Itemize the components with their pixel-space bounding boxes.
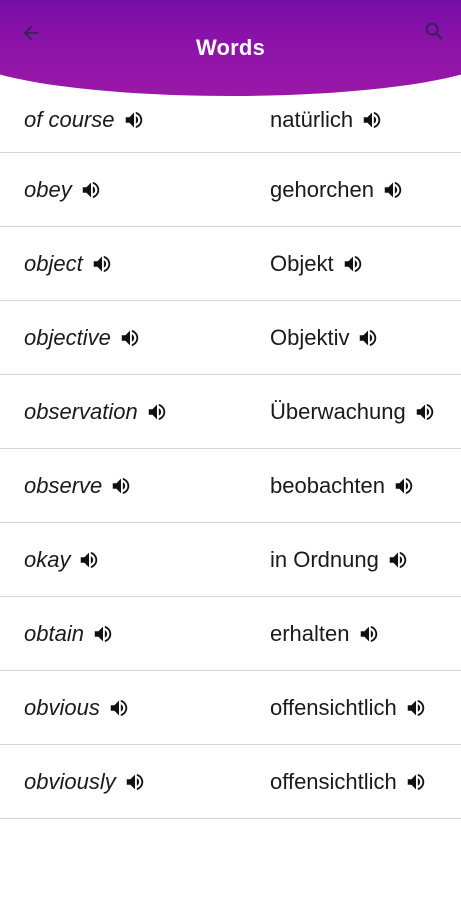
english-word-cell: obvious <box>24 671 130 745</box>
word-row[interactable]: okay in Ordnung <box>0 523 461 597</box>
app-screen: Words of course natürlich obey gehorchen obj… <box>0 0 461 900</box>
speaker-icon[interactable] <box>393 475 415 497</box>
page-title: Words <box>195 35 266 60</box>
german-word: offensichtlich <box>270 769 397 794</box>
english-word-cell: obey <box>24 153 102 227</box>
german-word-cell: offensichtlich <box>270 671 427 745</box>
word-row[interactable]: obtain erhalten <box>0 597 461 671</box>
german-word: gehorchen <box>270 177 374 202</box>
speaker-icon[interactable] <box>361 109 383 131</box>
english-word: obviously <box>24 769 116 794</box>
english-word: obtain <box>24 621 84 646</box>
word-row[interactable]: object Objekt <box>0 227 461 301</box>
speaker-icon[interactable] <box>342 253 364 275</box>
search-icon <box>425 22 443 40</box>
german-word-cell: Überwachung <box>270 375 436 449</box>
speaker-icon[interactable] <box>382 179 404 201</box>
german-word: in Ordnung <box>270 547 379 572</box>
word-row[interactable]: obvious offensichtlich <box>0 671 461 745</box>
speaker-icon[interactable] <box>358 623 380 645</box>
top-app-bar: Words <box>0 0 461 96</box>
german-word: natürlich <box>270 107 354 132</box>
word-row[interactable]: observation Überwachung <box>0 375 461 449</box>
german-word-cell: in Ordnung <box>270 523 409 597</box>
english-word-cell: objective <box>24 301 141 375</box>
speaker-icon[interactable] <box>110 475 132 497</box>
english-word: observe <box>24 473 103 498</box>
english-word: object <box>24 251 83 276</box>
speaker-icon[interactable] <box>92 623 114 645</box>
english-word-cell: okay <box>24 523 100 597</box>
english-word: objective <box>24 325 111 350</box>
speaker-icon[interactable] <box>414 401 436 423</box>
word-list: of course natürlich obey gehorchen object Obj… <box>0 79 461 819</box>
german-word: Überwachung <box>270 399 406 424</box>
speaker-icon[interactable] <box>80 179 102 201</box>
english-word-cell: observe <box>24 449 132 523</box>
word-row[interactable]: observe beobachten <box>0 449 461 523</box>
german-word: beobachten <box>270 473 385 498</box>
english-word-cell: obviously <box>24 745 146 819</box>
speaker-icon[interactable] <box>91 253 113 275</box>
english-word: okay <box>24 547 71 572</box>
speaker-icon[interactable] <box>123 109 145 131</box>
speaker-icon[interactable] <box>146 401 168 423</box>
word-row[interactable]: obviously offensichtlich <box>0 745 461 819</box>
speaker-icon[interactable] <box>357 327 379 349</box>
speaker-icon[interactable] <box>405 697 427 719</box>
english-word: observation <box>24 399 138 424</box>
speaker-icon[interactable] <box>119 327 141 349</box>
german-word: offensichtlich <box>270 695 397 720</box>
german-word-cell: Objektiv <box>270 301 379 375</box>
german-word-cell: erhalten <box>270 597 380 671</box>
speaker-icon[interactable] <box>124 771 146 793</box>
german-word: Objekt <box>270 251 334 276</box>
german-word-cell: Objekt <box>270 227 364 301</box>
german-word-cell: offensichtlich <box>270 745 427 819</box>
german-word-cell: beobachten <box>270 449 415 523</box>
english-word-cell: observation <box>24 375 168 449</box>
german-word-cell: gehorchen <box>270 153 404 227</box>
speaker-icon[interactable] <box>405 771 427 793</box>
german-word: erhalten <box>270 621 350 646</box>
english-word: obvious <box>24 695 100 720</box>
english-word: of course <box>24 107 115 132</box>
speaker-icon[interactable] <box>387 549 409 571</box>
word-row[interactable]: obey gehorchen <box>0 153 461 227</box>
english-word-cell: obtain <box>24 597 114 671</box>
word-row[interactable]: objective Objektiv <box>0 301 461 375</box>
german-word: Objektiv <box>270 325 350 350</box>
english-word: obey <box>24 177 72 202</box>
speaker-icon[interactable] <box>108 697 130 719</box>
speaker-icon[interactable] <box>78 549 100 571</box>
english-word-cell: object <box>24 227 113 301</box>
search-button[interactable] <box>417 14 451 48</box>
